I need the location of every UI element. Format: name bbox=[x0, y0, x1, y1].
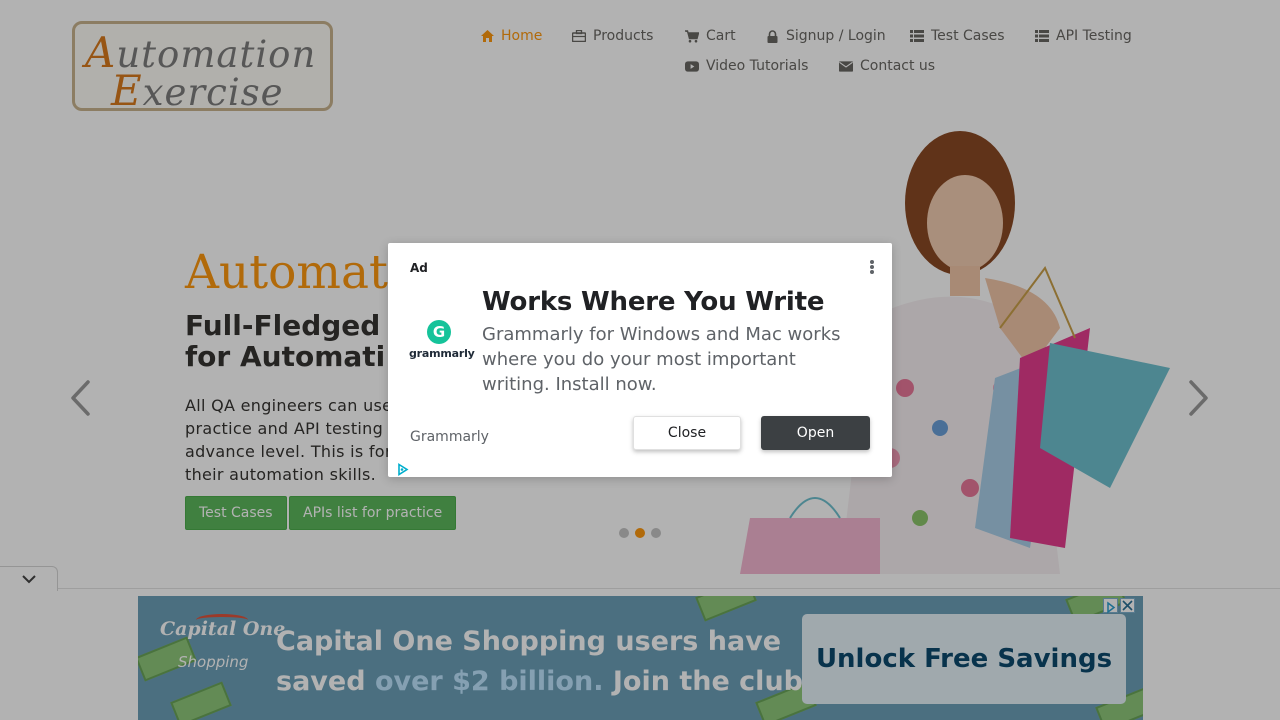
more-options-icon[interactable] bbox=[864, 258, 880, 276]
ad-dialog: Ad G grammarly Works Where You Write Gra… bbox=[388, 243, 892, 477]
ad-body: Grammarly for Windows and Mac works wher… bbox=[482, 324, 841, 395]
ad-title: Works Where You Write bbox=[482, 287, 825, 317]
grammarly-wordmark: grammarly bbox=[409, 347, 475, 360]
close-button[interactable]: Close bbox=[633, 416, 741, 450]
open-button[interactable]: Open bbox=[761, 416, 870, 450]
adchoices-icon[interactable] bbox=[396, 461, 409, 480]
grammarly-g-icon: G bbox=[427, 320, 451, 344]
advertiser-name: Grammarly bbox=[410, 429, 489, 445]
grammarly-logo: G grammarly bbox=[409, 320, 475, 360]
ad-label: Ad bbox=[410, 261, 428, 275]
